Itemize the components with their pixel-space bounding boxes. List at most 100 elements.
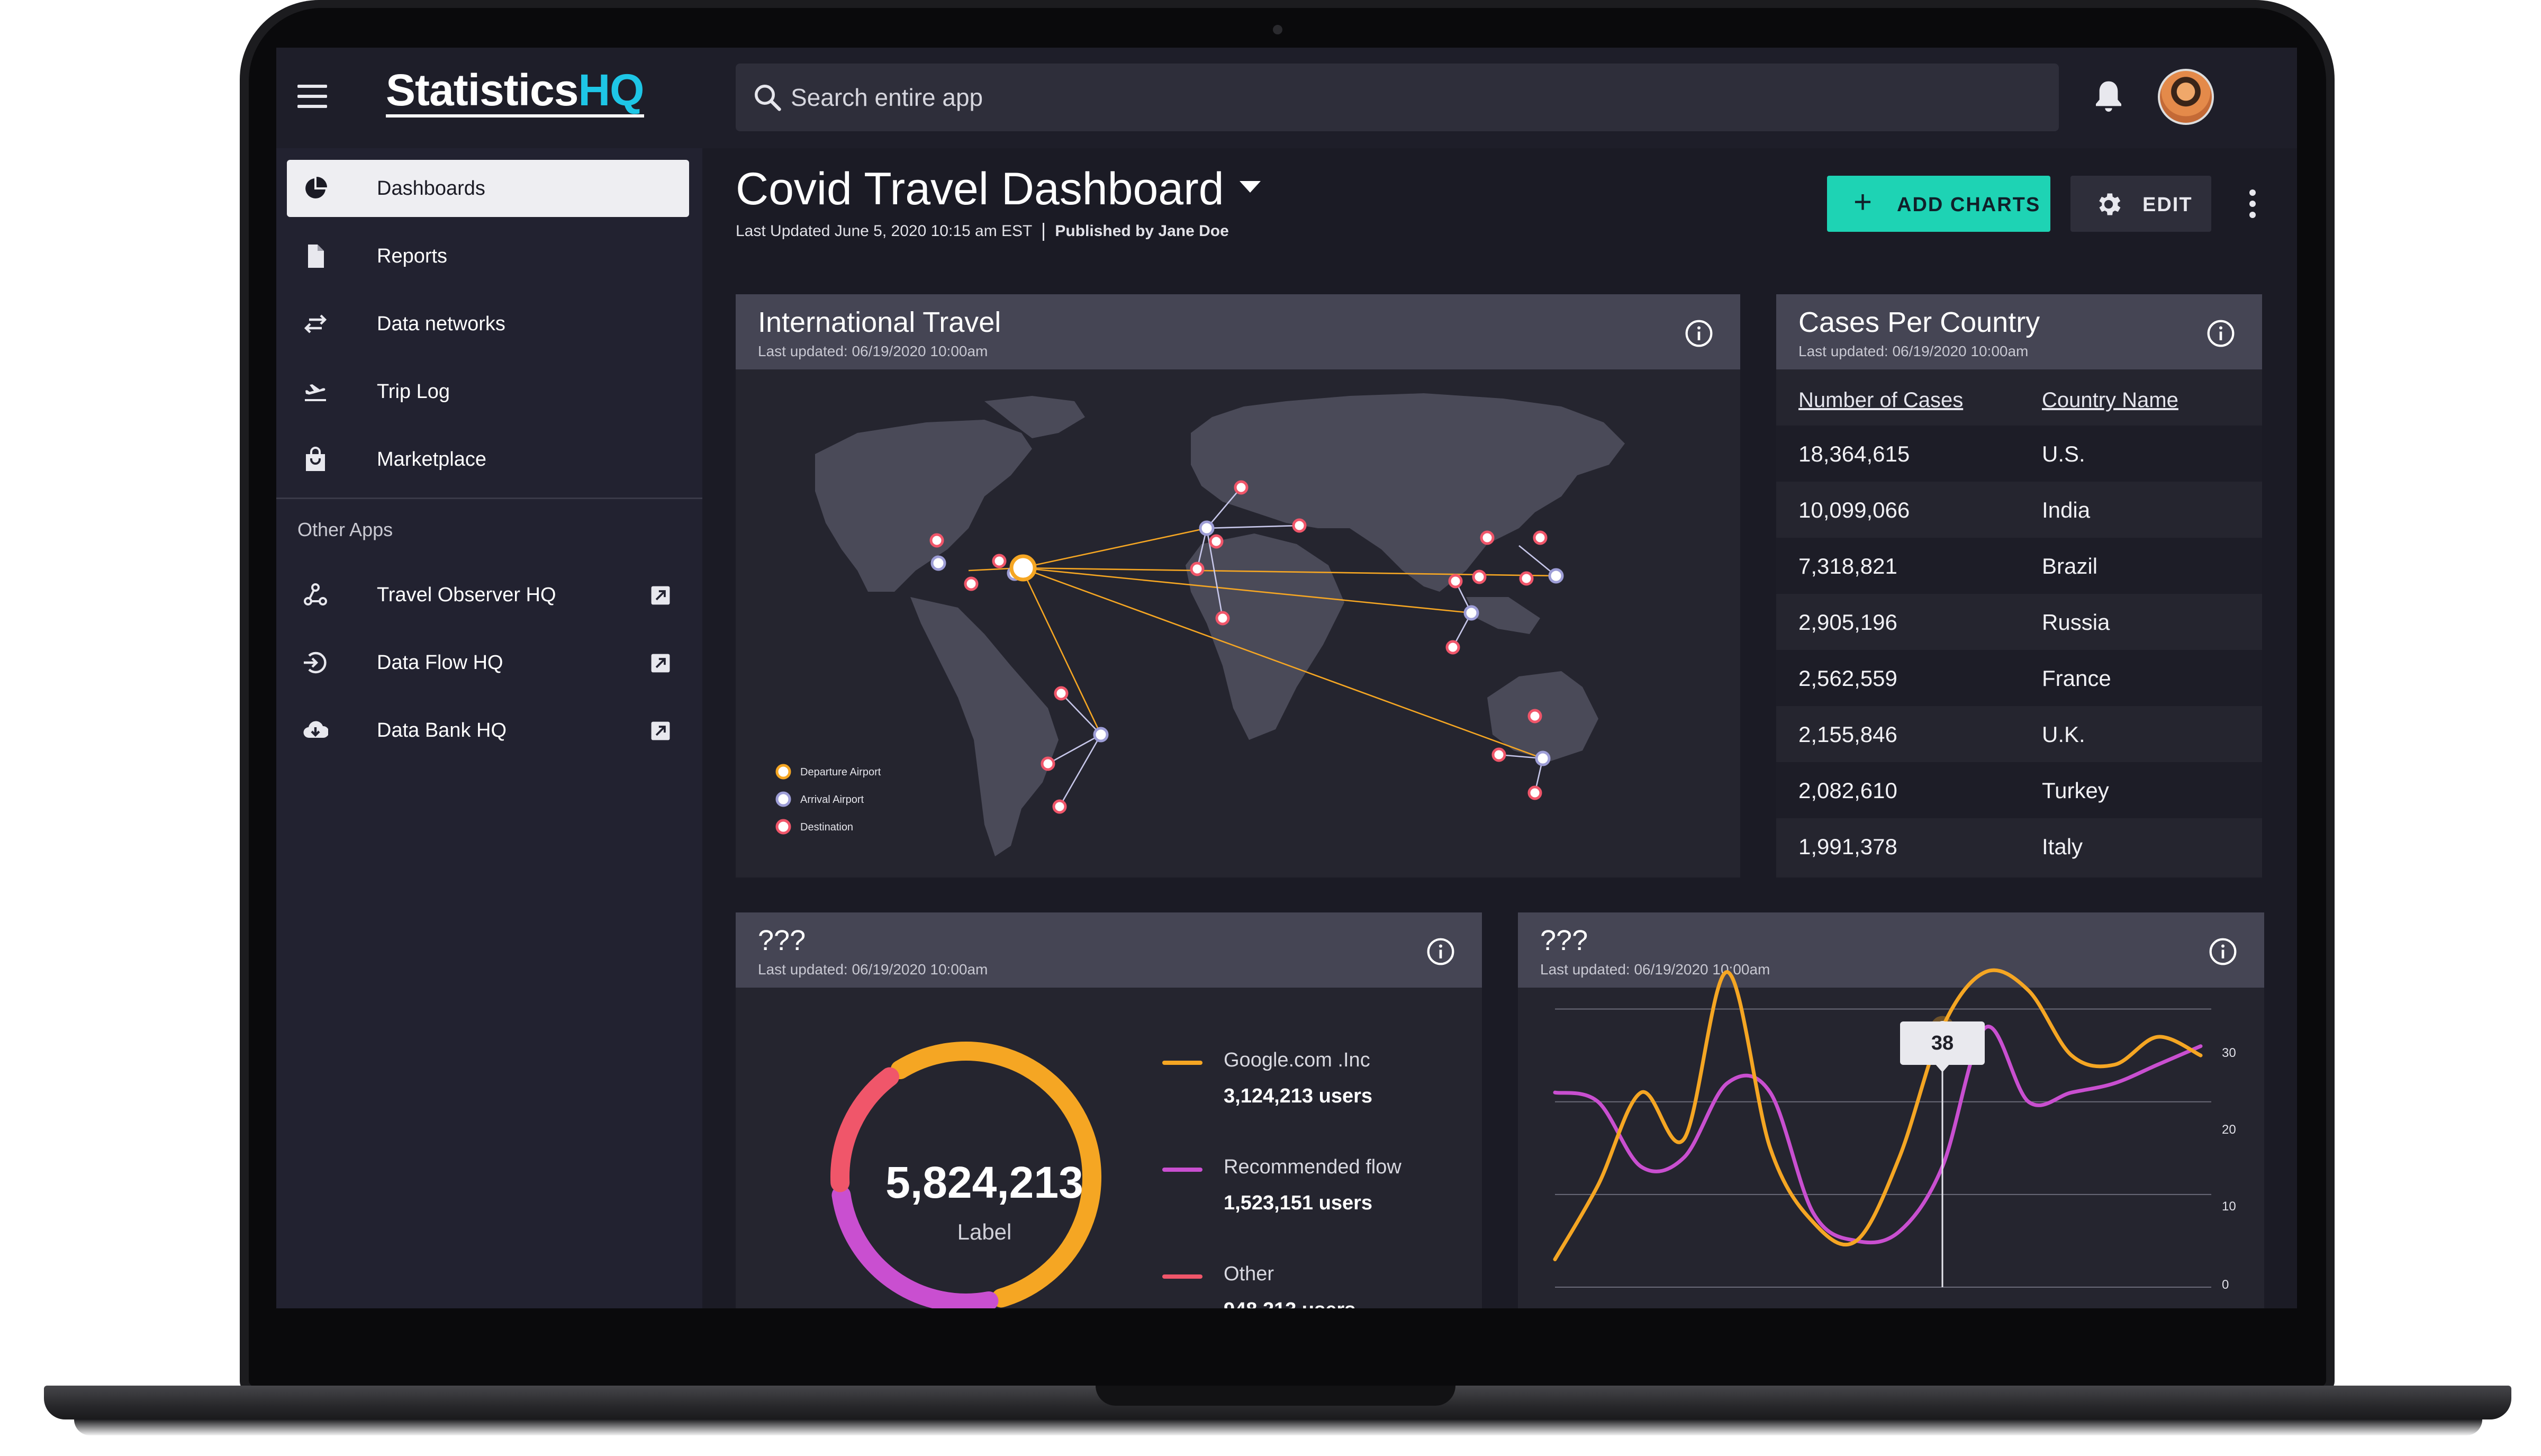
sidebar-item-label: Dashboards xyxy=(377,177,485,200)
sidebar-item-label: Trip Log xyxy=(377,381,450,403)
sidebar-item-data-networks[interactable]: Data networks xyxy=(287,295,689,352)
more-options-icon[interactable] xyxy=(2249,189,2257,223)
app-logo[interactable]: StatisticsHQ xyxy=(386,65,645,117)
y-tick-label: 30 xyxy=(2222,1046,2236,1060)
sidebar-item-data-bank-hq[interactable]: Data Bank HQ xyxy=(287,702,689,759)
gear-icon xyxy=(2099,193,2121,215)
bell-icon[interactable] xyxy=(2092,78,2126,115)
table-row[interactable]: 7,318,821 Brazil xyxy=(1776,538,2262,594)
external-link-icon[interactable] xyxy=(650,653,671,673)
page-meta: Last Updated June 5, 2020 10:15 am EST Pu… xyxy=(736,222,1229,241)
series-line-1[interactable] xyxy=(1553,968,2203,1261)
country-cell: Brazil xyxy=(2042,554,2098,578)
card-header: International Travel Last updated: 06/19… xyxy=(736,294,1740,369)
map-legend-markers xyxy=(775,764,791,835)
laptop-notch xyxy=(1096,1386,1455,1406)
line-chart[interactable] xyxy=(1518,912,2264,1308)
data-flow-icon xyxy=(304,652,327,674)
table-row[interactable]: 2,082,610 Turkey xyxy=(1776,762,2262,818)
shopping-bag-icon xyxy=(306,447,325,471)
sidebar-item-label: Marketplace xyxy=(377,448,486,471)
table-row[interactable]: 18,364,615 U.S. xyxy=(1776,426,2262,482)
add-charts-button[interactable]: + ADD CHARTS xyxy=(1827,176,2050,232)
airplane-takeoff-icon xyxy=(305,384,326,401)
user-avatar[interactable] xyxy=(2158,69,2214,125)
y-tick-label: 20 xyxy=(2222,1123,2236,1137)
departure-airport-marker[interactable] xyxy=(1009,554,1037,582)
meta-divider xyxy=(1043,223,1045,241)
legend-swatch xyxy=(1162,1274,1202,1279)
cases-cell: 18,364,615 xyxy=(1798,441,1910,466)
sidebar-item-reports[interactable]: Reports xyxy=(287,228,689,285)
cases-per-country-card: Cases Per Country Last updated: 06/19/20… xyxy=(1776,294,2262,878)
webcam xyxy=(1273,25,1282,34)
card-title: Cases Per Country xyxy=(1798,306,2040,338)
cases-cell: 1,991,378 xyxy=(1798,834,1897,859)
donut-chart-card: ??? Last updated: 06/19/2020 10:00am 5,8… xyxy=(736,912,1482,1308)
edit-label: EDIT xyxy=(2142,194,2193,216)
country-cell: U.S. xyxy=(2042,441,2085,466)
donut-chart[interactable] xyxy=(736,912,1482,1308)
country-cell: Turkey xyxy=(2042,778,2109,803)
world-map[interactable] xyxy=(736,369,1740,878)
country-cell: U.K. xyxy=(2042,722,2085,747)
sidebar-item-label: Reports xyxy=(377,245,448,267)
search-bar[interactable] xyxy=(736,64,2059,131)
y-tick-label: 10 xyxy=(2222,1199,2236,1214)
network-nodes-icon xyxy=(304,583,327,605)
cases-cell: 7,318,821 xyxy=(1798,554,1897,578)
cloud-download-icon xyxy=(303,721,328,738)
sidebar-item-label: Data Bank HQ xyxy=(377,719,507,741)
table-row[interactable]: 2,905,196 Russia xyxy=(1776,594,2262,650)
donut-center-label: Label xyxy=(957,1219,1012,1244)
page-title: Covid Travel Dashboard xyxy=(736,164,1224,214)
legend-item-name: Other xyxy=(1224,1263,1274,1285)
info-icon[interactable] xyxy=(2206,319,2236,348)
card-subtitle: Last updated: 06/19/2020 10:00am xyxy=(1798,343,2029,359)
legend-item-value: 948,213 users xyxy=(1224,1299,1355,1308)
cases-cell: 10,099,066 xyxy=(1798,498,1910,522)
y-tick-label: 0 xyxy=(2222,1278,2229,1292)
card-header: Cases Per Country Last updated: 06/19/20… xyxy=(1776,294,2262,369)
sidebar-item-trip-log[interactable]: Trip Log xyxy=(287,363,689,420)
sidebar-item-label: Data networks xyxy=(377,313,505,335)
hamburger-menu-icon[interactable] xyxy=(297,85,327,108)
table-row[interactable]: 2,562,559 France xyxy=(1776,650,2262,706)
donut-total-value: 5,824,213 xyxy=(885,1157,1083,1207)
external-link-icon[interactable] xyxy=(650,721,671,741)
line-chart-card: ??? Last updated: 06/19/2020 10:00am 38 … xyxy=(1518,912,2264,1308)
card-title: International Travel xyxy=(758,306,1001,338)
edit-button[interactable]: EDIT xyxy=(2070,176,2211,232)
chevron-down-icon[interactable] xyxy=(1240,181,1261,193)
sidebar-item-marketplace[interactable]: Marketplace xyxy=(287,431,689,488)
logo-accent-text: HQ xyxy=(578,65,645,115)
pie-chart-icon xyxy=(305,177,327,198)
column-header-number-of-cases[interactable]: Number of Cases xyxy=(1798,388,1963,412)
legend-arrival-airport: Arrival Airport xyxy=(800,794,864,806)
cases-cell: 2,562,559 xyxy=(1798,666,1897,691)
legend-swatch xyxy=(1162,1168,1202,1172)
search-input[interactable] xyxy=(791,74,2008,121)
search-icon xyxy=(755,85,781,111)
column-header-country-name[interactable]: Country Name xyxy=(2042,388,2178,412)
sidebar-item-dashboards[interactable]: Dashboards xyxy=(287,160,689,217)
donut-slice-recommended-flow[interactable] xyxy=(831,1186,999,1308)
table-row[interactable]: 1,991,378 Italy xyxy=(1776,818,2262,874)
document-icon xyxy=(308,245,324,268)
cases-cell: 2,905,196 xyxy=(1798,610,1897,635)
sidebar-item-data-flow-hq[interactable]: Data Flow HQ xyxy=(287,634,689,691)
international-travel-card: International Travel Last updated: 06/19… xyxy=(736,294,1740,878)
external-link-icon[interactable] xyxy=(650,585,671,605)
legend-item-value: 1,523,151 users xyxy=(1224,1192,1373,1214)
sidebar-divider xyxy=(276,498,702,499)
legend-destination: Destination xyxy=(800,821,854,833)
table-row[interactable]: 2,155,846 U.K. xyxy=(1776,706,2262,762)
chart-tooltip: 38 xyxy=(1900,1021,1985,1065)
other-apps-heading: Other Apps xyxy=(297,519,393,540)
sidebar-item-travel-observer-hq[interactable]: Travel Observer HQ xyxy=(287,566,689,623)
info-icon[interactable] xyxy=(1684,319,1714,348)
legend-item-value: 3,124,213 users xyxy=(1224,1085,1373,1107)
cases-cell: 2,155,846 xyxy=(1798,722,1897,747)
table-row[interactable]: 10,099,066 India xyxy=(1776,482,2262,538)
legend-item-name: Recommended flow xyxy=(1224,1156,1401,1178)
